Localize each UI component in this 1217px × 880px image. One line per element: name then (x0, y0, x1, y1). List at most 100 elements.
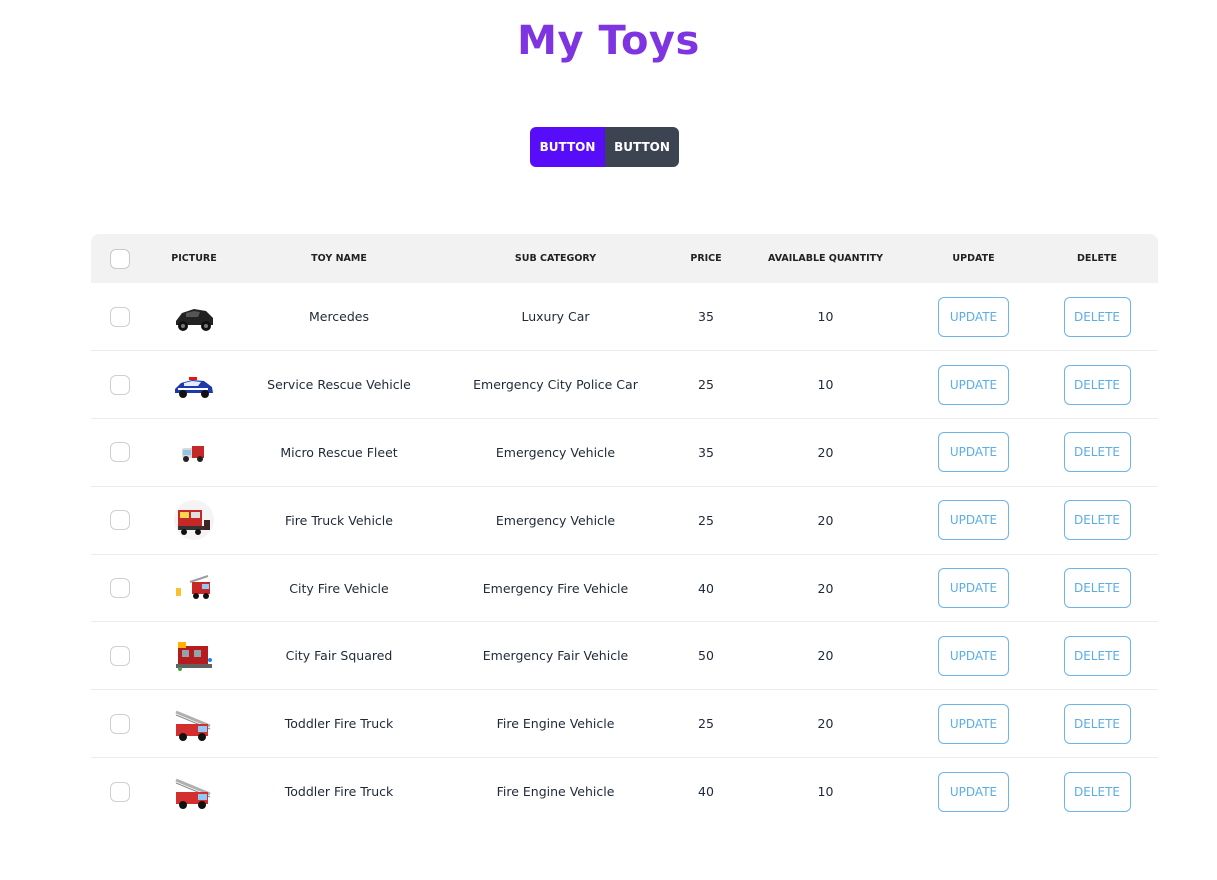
row-select-cell (91, 283, 149, 351)
toy-thumbnail (176, 308, 213, 331)
row-select-cell (91, 758, 149, 826)
available-quantity: 20 (817, 716, 834, 732)
sub-category: Emergency Fire Vehicle (482, 580, 629, 596)
row-checkbox[interactable] (110, 442, 130, 463)
delete-cell: DELETE (1036, 351, 1158, 419)
header-available-quantity: AVAILABLE QUANTITY (768, 253, 883, 264)
delete-button[interactable]: DELETE (1063, 568, 1131, 609)
update-button[interactable]: UPDATE (938, 500, 1009, 541)
update-button[interactable]: UPDATE (938, 635, 1009, 676)
price: 35 (698, 444, 714, 460)
table-row: Toddler Fire Truck Fire Engine Vehicle 40 1… (91, 758, 1158, 826)
delete-button[interactable]: DELETE (1063, 703, 1131, 744)
header-picture: PICTURE (171, 253, 217, 264)
available-quantity: 20 (817, 512, 834, 528)
row-checkbox[interactable] (110, 306, 130, 327)
row-select-cell (91, 419, 149, 487)
header-price: PRICE (690, 253, 722, 264)
toy-name: Toddler Fire Truck (284, 716, 394, 732)
tab-button-1[interactable]: BUTTON (530, 127, 605, 167)
update-button[interactable]: UPDATE (938, 771, 1009, 812)
picture-cell (149, 283, 239, 351)
update-cell: UPDATE (911, 554, 1036, 622)
available-quantity: 10 (817, 309, 834, 325)
toy-thumbnail (182, 446, 204, 463)
delete-cell: DELETE (1036, 554, 1158, 622)
tab-button-2[interactable]: BUTTON (605, 127, 679, 167)
toy-thumbnail (175, 376, 213, 398)
toy-thumbnail (174, 710, 212, 743)
update-button[interactable]: UPDATE (938, 296, 1009, 337)
toy-name: City Fair Squared (285, 648, 393, 664)
table-row: Toddler Fire Truck Fire Engine Vehicle 25 2… (91, 690, 1158, 758)
toys-table: PICTURE TOY NAME SUB CATEGORY PRICE AVAI… (91, 234, 1158, 825)
toy-thumbnail (174, 778, 212, 811)
available-quantity: 10 (817, 377, 834, 393)
header-select-all (91, 234, 149, 283)
update-cell: UPDATE (911, 486, 1036, 554)
row-checkbox[interactable] (110, 645, 130, 666)
update-cell: UPDATE (911, 690, 1036, 758)
update-button[interactable]: UPDATE (938, 703, 1009, 744)
table-row: Fire Truck Vehicle Emergency Vehicle 25 20 U… (91, 486, 1158, 555)
row-select-cell (91, 554, 149, 622)
row-select-cell (91, 622, 149, 690)
row-checkbox[interactable] (110, 781, 130, 802)
toy-name: Service Rescue Vehicle (267, 377, 411, 393)
available-quantity: 20 (817, 648, 834, 664)
delete-button[interactable]: DELETE (1063, 364, 1131, 405)
delete-button[interactable]: DELETE (1063, 771, 1131, 812)
header-update: UPDATE (952, 253, 995, 264)
price: 25 (698, 512, 714, 528)
update-button[interactable]: UPDATE (938, 432, 1009, 473)
delete-button[interactable]: DELETE (1063, 296, 1131, 337)
picture-cell (149, 419, 239, 487)
price: 35 (698, 309, 714, 325)
toy-name: City Fire Vehicle (289, 580, 389, 596)
sub-category: Luxury Car (521, 309, 590, 325)
delete-cell: DELETE (1036, 419, 1158, 487)
toy-name: Micro Rescue Fleet (280, 444, 398, 460)
available-quantity: 20 (817, 444, 834, 460)
row-checkbox[interactable] (110, 374, 130, 395)
toy-name: Fire Truck Vehicle (285, 512, 393, 528)
delete-button[interactable]: DELETE (1063, 635, 1131, 676)
table-row: City Fire Vehicle Emergency Fire Vehicle 4… (91, 554, 1158, 622)
price: 50 (698, 648, 714, 664)
toy-name: Mercedes (308, 309, 370, 325)
toy-name: Toddler Fire Truck (284, 784, 394, 800)
table-row: Service Rescue Vehicle Emergency City Pol… (91, 351, 1158, 419)
picture-cell (149, 758, 239, 826)
row-checkbox[interactable] (110, 510, 130, 531)
delete-cell: DELETE (1036, 486, 1158, 554)
picture-cell (149, 351, 239, 419)
price: 25 (698, 377, 714, 393)
row-select-cell (91, 351, 149, 419)
select-all-checkbox[interactable] (110, 248, 130, 269)
delete-button[interactable]: DELETE (1063, 500, 1131, 541)
sub-category: Emergency Fair Vehicle (482, 648, 629, 664)
sub-category: Emergency Vehicle (495, 512, 616, 528)
price: 40 (698, 784, 714, 800)
update-cell: UPDATE (911, 351, 1036, 419)
row-select-cell (91, 486, 149, 554)
picture-cell (149, 554, 239, 622)
delete-cell: DELETE (1036, 758, 1158, 826)
toy-thumbnail (175, 575, 211, 601)
toy-thumbnail (176, 641, 212, 671)
table-row: Mercedes Luxury Car 35 10 UPDATE DELETE (91, 283, 1158, 351)
page-title: My Toys (517, 18, 700, 64)
delete-button[interactable]: DELETE (1063, 432, 1131, 473)
row-checkbox[interactable] (110, 578, 130, 599)
sub-category: Emergency Vehicle (495, 444, 616, 460)
sub-category: Emergency City Police Car (473, 377, 638, 393)
price: 40 (698, 580, 714, 596)
sub-category: Fire Engine Vehicle (496, 784, 615, 800)
price: 25 (698, 716, 714, 732)
table-row: City Fair Squared Emergency Fair Vehicle 5… (91, 622, 1158, 690)
update-button[interactable]: UPDATE (938, 364, 1009, 405)
available-quantity: 10 (817, 784, 834, 800)
update-button[interactable]: UPDATE (938, 568, 1009, 609)
picture-cell (149, 690, 239, 758)
row-checkbox[interactable] (110, 713, 130, 734)
